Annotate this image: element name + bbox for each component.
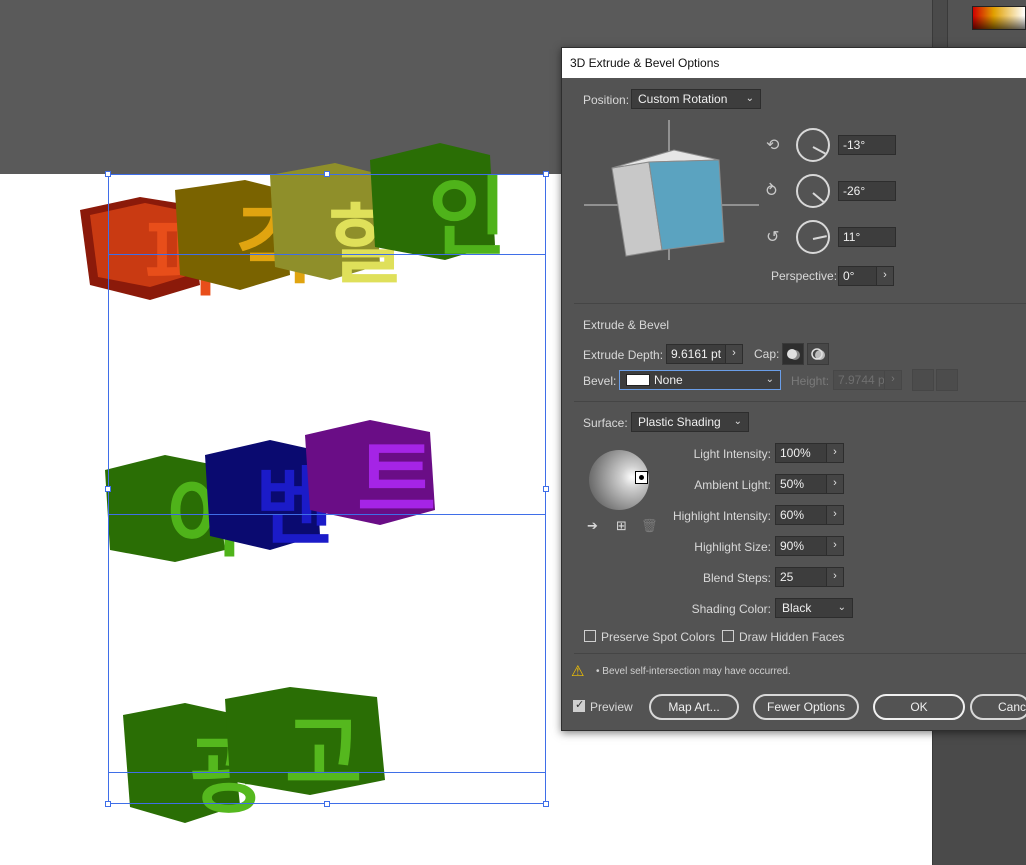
ambient-light-label: Ambient Light: (694, 478, 771, 492)
bevel-out-icon[interactable] (912, 369, 934, 391)
rotate-z-dial[interactable] (796, 220, 830, 254)
highlight-size-label: Highlight Size: (694, 540, 771, 554)
move-light-back-icon[interactable]: ➔ (587, 518, 598, 534)
bevel-label: Bevel: (583, 374, 617, 388)
rotate-z-field[interactable]: 11° (838, 227, 896, 247)
preview-label: Preview (590, 700, 633, 714)
light-source-handle[interactable] (635, 471, 648, 484)
dialog-title: 3D Extrude & Bevel Options (562, 48, 1026, 78)
position-label: Position: (583, 93, 630, 107)
perspective-label: Perspective: (771, 269, 838, 283)
cap-label: Cap: (754, 347, 780, 361)
cancel-button[interactable]: Cance (970, 694, 1026, 720)
blend-steps-stepper[interactable]: › (826, 567, 844, 587)
highlight-size-stepper[interactable]: › (826, 536, 844, 556)
extrude-depth-field[interactable]: 9.6161 pt (666, 344, 726, 364)
new-light-icon[interactable]: ⊞ (616, 518, 627, 534)
extrude-section: Extrude & Bevel Extrude Depth: 9.6161 pt… (574, 303, 1026, 401)
height-label: Height: (791, 374, 830, 388)
cap-off-icon[interactable] (807, 343, 829, 365)
chevron-down-icon: ⌄ (837, 602, 846, 613)
warning-text: • Bevel self-intersection may have occur… (596, 666, 791, 677)
light-intensity-label: Light Intensity: (693, 447, 771, 461)
preserve-spot-label: Preserve Spot Colors (601, 630, 716, 644)
position-dropdown[interactable]: Custom Rotation ⌄ (631, 89, 761, 109)
bevel-dropdown[interactable]: None ⌄ (619, 370, 781, 390)
rotate-y-icon: ⥁ (766, 183, 777, 200)
rotation-track-cube[interactable] (584, 120, 759, 260)
extrude-depth-label: Extrude Depth: (583, 348, 664, 362)
rotate-x-dial[interactable] (796, 128, 830, 162)
blend-steps-label: Blend Steps: (702, 571, 771, 585)
surface-label: Surface: (583, 416, 628, 430)
resize-handle[interactable] (105, 171, 111, 177)
perspective-stepper[interactable]: › (876, 266, 894, 286)
bevel-swatch (626, 374, 650, 386)
guide-line (108, 772, 546, 773)
extrude-bevel-dialog: 3D Extrude & Bevel Options Position: Cus… (561, 47, 1026, 731)
preserve-spot-checkbox[interactable] (584, 630, 596, 642)
map-art-button[interactable]: Map Art... (649, 694, 739, 720)
perspective-field[interactable]: 0° (838, 266, 878, 286)
fewer-options-button[interactable]: Fewer Options (753, 694, 859, 720)
rotate-y-dial[interactable] (796, 174, 830, 208)
chevron-down-icon: ⌄ (733, 416, 742, 427)
resize-handle[interactable] (105, 801, 111, 807)
extrude-depth-stepper[interactable]: › (725, 344, 743, 364)
bevel-in-icon[interactable] (936, 369, 958, 391)
light-intensity-stepper[interactable]: › (826, 443, 844, 463)
surface-section: Surface: Plastic Shading ⌄ ➔ ⊞ 🗑 Light I… (574, 401, 1026, 653)
selection-bounding-box[interactable] (108, 174, 546, 804)
ok-button[interactable]: OK (873, 694, 965, 720)
resize-handle[interactable] (324, 801, 330, 807)
height-field[interactable]: 7.9744 p (833, 370, 885, 390)
draw-hidden-label: Draw Hidden Faces (739, 630, 845, 644)
highlight-intensity-label: Highlight Intensity: (672, 509, 771, 523)
guide-line (108, 514, 546, 515)
rotate-z-icon: ↺ (766, 229, 780, 246)
extrude-section-title: Extrude & Bevel (583, 318, 670, 332)
warning-icon: ⚠ (571, 663, 585, 680)
position-section: Position: Custom Rotation ⌄ ⟲ -13° ⥁ -26… (574, 88, 1026, 303)
light-intensity-field[interactable]: 100% (775, 443, 827, 463)
ambient-light-stepper[interactable]: › (826, 474, 844, 494)
guide-line (108, 254, 546, 255)
highlight-intensity-field[interactable]: 60% (775, 505, 827, 525)
rotate-x-icon: ⟲ (766, 137, 780, 154)
height-stepper[interactable]: › (884, 370, 902, 390)
blend-steps-field[interactable]: 25 (775, 567, 827, 587)
resize-handle[interactable] (543, 801, 549, 807)
rotate-y-field[interactable]: -26° (838, 181, 896, 201)
color-gradient-swatch[interactable] (972, 6, 1026, 30)
ambient-light-field[interactable]: 50% (775, 474, 827, 494)
highlight-intensity-stepper[interactable]: › (826, 505, 844, 525)
cap-on-icon[interactable] (782, 343, 804, 365)
highlight-size-field[interactable]: 90% (775, 536, 827, 556)
resize-handle[interactable] (324, 171, 330, 177)
resize-handle[interactable] (543, 486, 549, 492)
resize-handle[interactable] (543, 171, 549, 177)
draw-hidden-checkbox[interactable] (722, 630, 734, 642)
shading-color-label: Shading Color: (691, 602, 771, 616)
shading-color-dropdown[interactable]: Black ⌄ (775, 598, 853, 618)
preview-checkbox[interactable] (573, 698, 585, 712)
resize-handle[interactable] (105, 486, 111, 492)
rotate-x-field[interactable]: -13° (838, 135, 896, 155)
surface-dropdown[interactable]: Plastic Shading ⌄ (631, 412, 749, 432)
chevron-down-icon: ⌄ (765, 374, 774, 385)
warning-section: ⚠ • Bevel self-intersection may have occ… (571, 653, 1026, 689)
chevron-down-icon: ⌄ (745, 93, 754, 104)
